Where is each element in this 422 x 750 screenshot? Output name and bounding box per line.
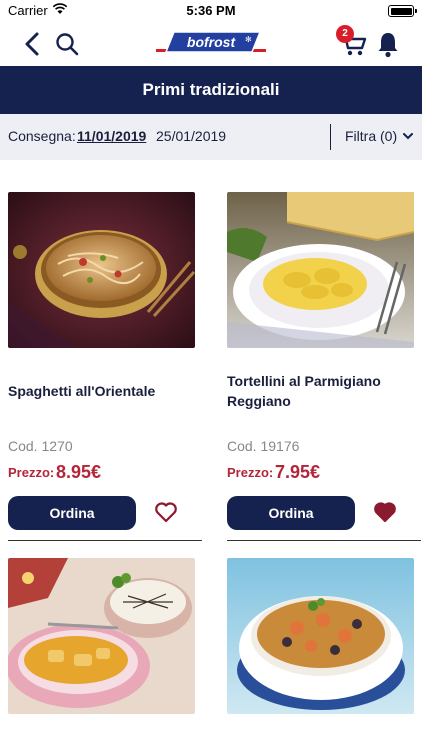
clock: 5:36 PM: [186, 3, 236, 18]
status-bar: Carrier 5:36 PM: [0, 0, 422, 22]
top-nav: bofrost ✻ 2: [0, 22, 422, 66]
page-title: Primi tradizionali: [0, 66, 422, 114]
product-name[interactable]: Tortellini al Parmigiano Reggiano: [227, 371, 417, 411]
bell-icon[interactable]: [376, 30, 400, 58]
delivery-date-option[interactable]: 25/01/2019: [156, 128, 226, 144]
divider: [227, 540, 421, 541]
price-label: Prezzo:: [8, 465, 55, 480]
back-arrow-icon[interactable]: [22, 31, 44, 57]
order-button[interactable]: Ordina: [8, 496, 136, 530]
price-label: Prezzo:: [227, 465, 274, 480]
filter-button[interactable]: Filtra (0): [345, 128, 397, 144]
product-card[interactable]: [227, 558, 421, 750]
cart-count-badge: 2: [336, 25, 354, 43]
bofrost-logo: bofrost ✻: [156, 31, 266, 53]
delivery-label: Consegna:: [8, 128, 76, 144]
product-code: Cod. 1270: [8, 438, 73, 454]
product-image[interactable]: [227, 558, 414, 714]
order-button[interactable]: Ordina: [227, 496, 355, 530]
product-price: 8.95€: [56, 462, 102, 482]
delivery-date-option-selected[interactable]: 11/01/2019: [77, 128, 146, 144]
product-card[interactable]: Spaghetti all'Orientale Cod. 1270 Prezzo…: [8, 192, 202, 542]
divider: [330, 124, 331, 150]
product-name[interactable]: Spaghetti all'Orientale: [8, 381, 198, 401]
product-price: 7.95€: [275, 462, 321, 482]
svg-text:✻: ✻: [245, 35, 252, 44]
product-image[interactable]: [8, 558, 195, 714]
product-card[interactable]: [8, 558, 202, 750]
heart-outline-icon[interactable]: [154, 501, 178, 523]
search-icon[interactable]: [54, 31, 80, 57]
logo-text: bofrost: [187, 34, 237, 50]
product-image[interactable]: [8, 192, 195, 348]
product-card[interactable]: Tortellini al Parmigiano Reggiano Cod. 1…: [227, 192, 421, 542]
delivery-filter-bar: Consegna: 11/01/2019 25/01/2019 Filtra (…: [0, 114, 422, 160]
heart-filled-icon[interactable]: [373, 501, 397, 523]
divider: [8, 540, 202, 541]
chevron-down-icon[interactable]: [403, 132, 413, 140]
battery-icon: [388, 5, 417, 17]
product-code: Cod. 19176: [227, 438, 300, 454]
product-image[interactable]: [227, 192, 414, 348]
